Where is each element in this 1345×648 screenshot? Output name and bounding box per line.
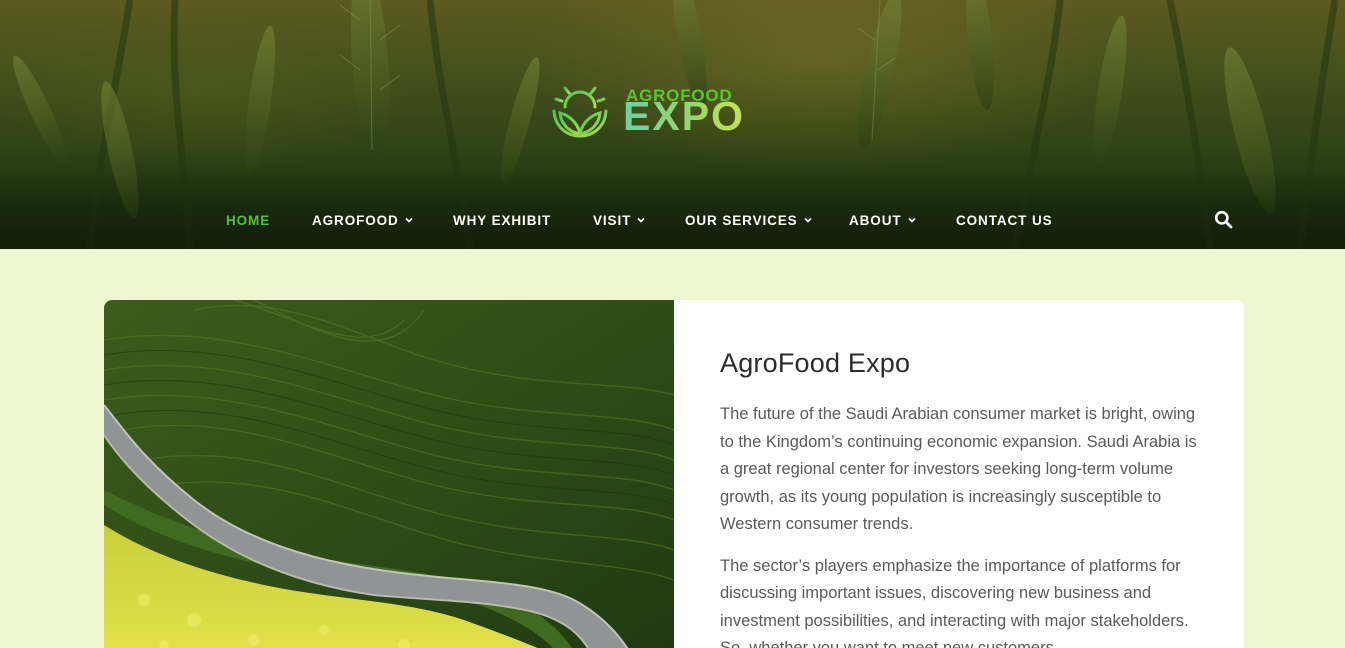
aerial-field-road-image [104, 300, 674, 648]
intro-text: AgroFood Expo The future of the Saudi Ar… [720, 348, 1210, 648]
logo-wordmark-main: EXPO [623, 93, 745, 139]
nav-label: AGROFOOD [312, 212, 399, 228]
nav-item-home[interactable]: HOME [226, 205, 270, 235]
intro-paragraph-2: The sector’s players emphasize the impor… [720, 556, 1189, 648]
nav-item-agrofood[interactable]: AGROFOOD [312, 205, 413, 235]
intro-card: AgroFood Expo The future of the Saudi Ar… [104, 300, 1244, 648]
site-logo[interactable]: AGROFOOD EXPO [551, 80, 756, 138]
chevron-down-icon [804, 217, 812, 223]
nav-label: CONTACT US [956, 212, 1053, 228]
nav-label: HOME [226, 212, 271, 228]
sun-leaves-icon [552, 80, 608, 138]
nav-label: OUR SERVICES [685, 212, 798, 228]
main-navigation: HOME AGROFOOD WHY EXHIBIT VISIT OUR SERV… [0, 205, 1345, 235]
site-header: AGROFOOD EXPO HOME AGROFOOD WHY EXHIBIT … [0, 0, 1345, 249]
nav-item-about[interactable]: ABOUT [849, 205, 916, 235]
nav-label: ABOUT [849, 212, 902, 228]
nav-label: VISIT [593, 212, 632, 228]
chevron-down-icon [907, 217, 916, 223]
chevron-down-icon [637, 217, 645, 223]
nav-item-visit[interactable]: VISIT [593, 205, 645, 235]
search-icon[interactable] [1214, 210, 1233, 229]
chevron-down-icon [405, 217, 413, 223]
nav-item-why-exhibit[interactable]: WHY EXHIBIT [453, 205, 551, 235]
intro-title: AgroFood Expo [720, 348, 911, 378]
nav-label: WHY EXHIBIT [453, 212, 552, 228]
nav-item-our-services[interactable]: OUR SERVICES [685, 205, 812, 235]
intro-paragraph-1: The future of the Saudi Arabian consumer… [720, 405, 1197, 533]
nav-item-contact-us[interactable]: CONTACT US [956, 205, 1053, 235]
